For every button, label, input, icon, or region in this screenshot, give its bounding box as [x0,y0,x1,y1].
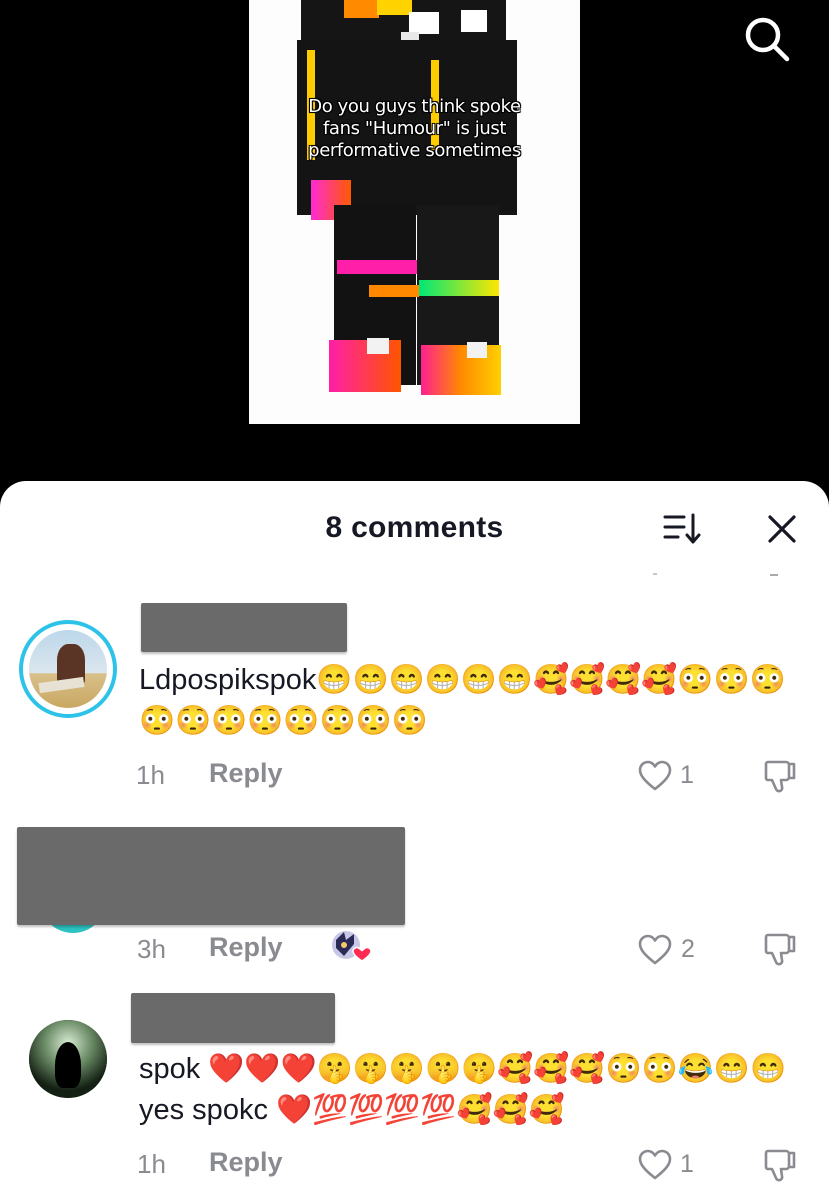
avatar-figure [55,1042,81,1088]
skin-eye-left [409,12,439,34]
avatar[interactable] [19,620,117,718]
caption-line: Do you guys think spoke [308,96,521,117]
search-icon[interactable] [742,14,792,64]
skin-foot-left-white [367,338,389,354]
like-count: 1 [680,1150,694,1178]
reply-button[interactable]: Reply [209,758,283,789]
comment-redacted [17,827,405,925]
comment-time: 3h [137,934,166,964]
comment-text: spok ❤️❤️❤️🤫🤫🤫🤫🤫🥰🥰🥰😳😳😂😁😁yes spokc ❤️💯💯💯💯… [139,1053,787,1126]
like-count: 2 [681,935,695,963]
thumbs-down-icon[interactable] [762,931,798,967]
avatar-figure-arm [38,676,85,694]
divider [770,574,778,576]
caption-line: fans "Humour" is just [323,118,506,139]
heart-icon[interactable] [638,934,672,966]
skin-knee-left [337,260,417,274]
skin-knee-mid [369,285,419,297]
skin-hair-orange [344,0,379,18]
skin-foot-right [421,345,501,395]
avatar[interactable] [29,1020,107,1098]
video-player[interactable]: Do you guys think spoke fans "Humour" is… [0,0,829,500]
caption-line: performative sometimes [308,140,521,161]
heart-icon[interactable] [638,1149,672,1181]
like-count: 1 [680,761,694,789]
skin-foot-right-white [467,342,487,358]
thumbs-down-icon[interactable] [762,1147,798,1183]
comments-count-title: 8 comments [325,511,504,544]
skin-hair-yellow [377,0,412,15]
comment-time: 1h [137,1149,166,1179]
sort-icon[interactable] [662,511,702,547]
skin-foot-left [329,340,401,392]
close-icon[interactable] [764,511,800,547]
creator-liked-icon [330,928,372,966]
skin-knee-right [419,280,499,296]
comment-text: Ldpospikspok😁😁😁😁😁😁🥰🥰🥰🥰😳😳😳😳😳😳😳😳😳😳😳 [139,664,786,737]
username-redacted [141,603,347,652]
skin-eye-right [461,10,487,32]
comments-sheet: 8 comments Ldpospikspok😁😁😁😁😁😁🥰🥰🥰🥰😳😳😳😳� [0,481,829,1200]
reply-button[interactable]: Reply [209,1147,283,1178]
divider [653,573,657,575]
video-thumbnail: Do you guys think spoke fans "Humour" is… [249,0,580,424]
username-redacted [131,993,335,1043]
reply-button[interactable]: Reply [209,932,283,963]
avatar-image [29,630,107,708]
comment-time: 1h [136,760,165,790]
video-caption: Do you guys think spoke fans "Humour" is… [249,96,580,162]
thumbs-down-icon[interactable] [762,758,798,794]
heart-icon[interactable] [638,760,672,792]
